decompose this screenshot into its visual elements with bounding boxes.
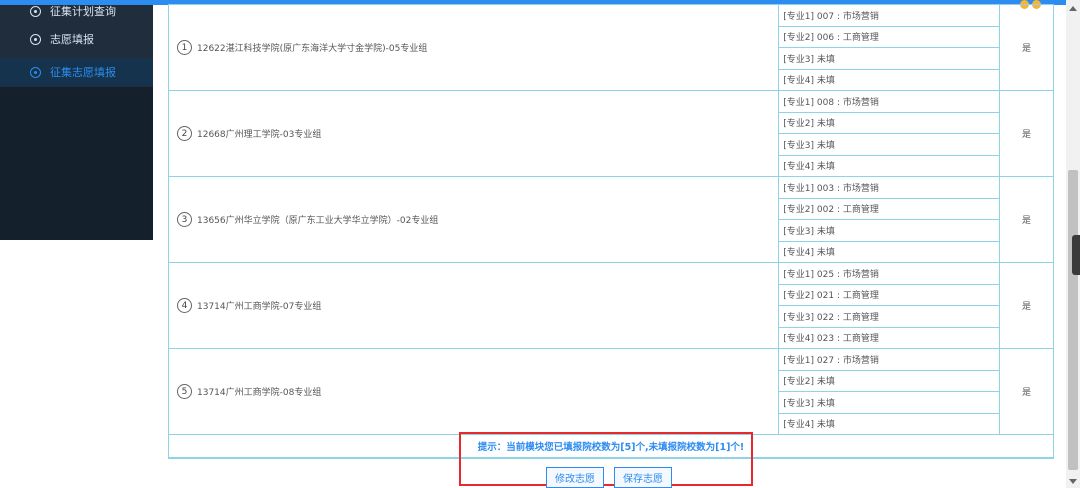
order-number-badge: 2 [177,126,192,141]
table-row: 5 13714广州工商学院-08专业组 [专业1] 027 : 市场营销是 [167,348,1054,435]
scroll-up-icon[interactable] [1069,6,1077,11]
school-cell: 4 13714广州工商学院-07专业组 [167,262,780,349]
major-cell: [专业3] 未填 [778,133,1001,156]
sidebar-item-label: 志愿填报 [50,33,94,46]
sidebar-item-label: 征集志愿填报 [50,66,116,79]
obey-adjust-cell: 是 [999,4,1054,91]
circle-dot-icon [30,33,41,45]
obey-adjust-cell: 是 [999,348,1054,435]
major-cell: [专业3] 未填 [778,219,1001,242]
major-cell: [专业1] 025 : 市场营销 [778,262,1001,285]
major-cell: [专业4] 023 : 工商管理 [778,326,1001,349]
major-cell: [专业4] 未填 [778,68,1001,91]
highlight-box [459,432,753,486]
table-row: 3 13656广州华立学院（原广东工业大学华立学院）-02专业组 [专业1] 003… [167,176,1054,263]
major-cell: [专业1] 027 : 市场营销 [778,348,1001,371]
school-name: 12622湛江科技学院(原广东海洋大学寸金学院)-05专业组 [197,44,428,54]
major-cell: [专业2] 002 : 工商管理 [778,197,1001,220]
school-cell: 2 12668广州理工学院-03专业组 [167,90,780,177]
major-cell: [专业3] 022 : 工商管理 [778,305,1001,328]
school-name: 13714广州工商学院-07专业组 [197,302,322,312]
major-cell: [专业3] 未填 [778,391,1001,414]
table-row: 1 12622湛江科技学院(原广东海洋大学寸金学院)-05专业组 [专业1] 007… [167,4,1054,91]
sidebar-item-label: 征集计划查询 [50,5,116,18]
save-button[interactable]: 保存志愿 [614,467,672,488]
sidebar-item-plan-query[interactable]: 征集计划查询 [0,0,153,25]
obey-adjust-cell: 是 [999,90,1054,177]
major-cell: [专业2] 021 : 工商管理 [778,283,1001,306]
major-cell: [专业4] 未填 [778,240,1001,263]
modify-button[interactable]: 修改志愿 [546,467,604,488]
obey-adjust-cell: 是 [999,176,1054,263]
table-row: 2 12668广州理工学院-03专业组 [专业1] 008 : 市场营销是 [167,90,1054,177]
obey-adjust-cell: 是 [999,262,1054,349]
sidebar-item-collect-fill[interactable]: 征集志愿填报 [0,58,153,86]
major-cell: [专业2] 006 : 工商管理 [778,25,1001,48]
sidebar: 征集计划查询 志愿填报 征集志愿填报 [0,5,153,240]
major-cell: [专业1] 003 : 市场营销 [778,176,1001,199]
major-cell: [专业4] 未填 [778,412,1001,435]
scroll-down-icon[interactable] [1069,479,1077,484]
school-cell: 5 13714广州工商学院-08专业组 [167,348,780,435]
circle-dot-icon [30,66,41,78]
order-number-badge: 4 [177,298,192,313]
major-cell: [专业2] 未填 [778,111,1001,134]
major-cell: [专业2] 未填 [778,369,1001,392]
order-number-badge: 3 [177,212,192,227]
school-name: 13656广州华立学院（原广东工业大学华立学院）-02专业组 [197,216,439,226]
school-name: 13714广州工商学院-08专业组 [197,388,322,398]
major-cell: [专业4] 未填 [778,154,1001,177]
order-number-badge: 1 [177,40,192,55]
choices-table: 1 12622湛江科技学院(原广东海洋大学寸金学院)-05专业组 [专业1] 007… [167,4,1054,435]
school-cell: 3 13656广州华立学院（原广东工业大学华立学院）-02专业组 [167,176,780,263]
side-grip-handle[interactable] [1072,235,1080,275]
table-row: 4 13714广州工商学院-07专业组 [专业1] 025 : 市场营销是 [167,262,1054,349]
major-cell: [专业1] 007 : 市场营销 [778,4,1001,27]
sidebar-item-volunteer-fill[interactable]: 志愿填报 [0,25,153,53]
order-number-badge: 5 [177,384,192,399]
sidebar-lower-panel [0,87,153,240]
school-cell: 1 12622湛江科技学院(原广东海洋大学寸金学院)-05专业组 [167,4,780,91]
major-cell: [专业1] 008 : 市场营销 [778,90,1001,113]
scrollbar-thumb[interactable] [1068,170,1078,470]
main-content: 1 12622湛江科技学院(原广东海洋大学寸金学院)-05专业组 [专业1] 007… [167,0,1054,459]
school-name: 12668广州理工学院-03专业组 [197,130,322,140]
major-cell: [专业3] 未填 [778,47,1001,70]
circle-dot-icon [30,5,41,17]
